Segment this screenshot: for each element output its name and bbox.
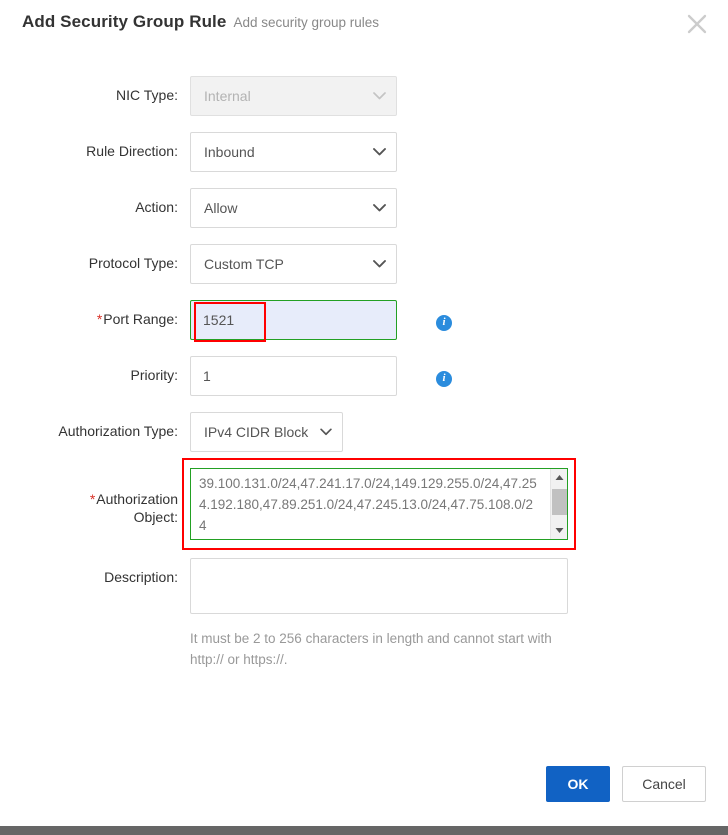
port-range-label: *Port Range: bbox=[0, 300, 190, 328]
action-control: Allow bbox=[190, 188, 397, 228]
protocol-type-label: Protocol Type: bbox=[88, 255, 178, 271]
page-title: Add Security Group Rule bbox=[22, 12, 227, 31]
info-icon[interactable]: i bbox=[436, 314, 452, 331]
description-textarea[interactable] bbox=[190, 558, 568, 614]
authorization-object-label-line2: Object: bbox=[133, 509, 178, 525]
authorization-object-label-line1: Authorization bbox=[96, 491, 178, 507]
nic-type-label: NIC Type: bbox=[116, 87, 178, 103]
dialog-header: Add Security Group Rule Add security gro… bbox=[0, 0, 728, 56]
authorization-object-scrollbar[interactable] bbox=[550, 469, 567, 539]
chevron-down-icon bbox=[320, 428, 332, 436]
chevron-down-icon bbox=[373, 148, 386, 157]
dialog-subtitle: Add security group rules bbox=[233, 15, 380, 30]
field-row-protocol-type: Protocol Type: Custom TCP bbox=[0, 244, 728, 284]
close-icon[interactable] bbox=[682, 9, 712, 39]
description-label: Description: bbox=[104, 569, 178, 585]
port-range-info: i bbox=[436, 312, 452, 331]
field-row-priority: Priority: i bbox=[0, 356, 728, 396]
authorization-object-control: 39.100.131.0/24,47.241.17.0/24,149.129.2… bbox=[182, 458, 576, 550]
field-row-action: Action: Allow bbox=[0, 188, 728, 228]
priority-control: i bbox=[190, 356, 452, 396]
authorization-object-value: 39.100.131.0/24,47.241.17.0/24,149.129.2… bbox=[199, 476, 537, 533]
port-range-label-text: Port Range: bbox=[103, 311, 178, 327]
chevron-down-icon bbox=[373, 92, 386, 101]
authorization-type-value: IPv4 CIDR Block bbox=[204, 424, 309, 440]
authorization-type-label: Authorization Type: bbox=[58, 423, 178, 439]
scroll-down-arrow-icon[interactable] bbox=[551, 522, 568, 539]
field-row-nic-type: NIC Type: Internal bbox=[0, 76, 728, 116]
dialog-footer: OK Cancel bbox=[546, 766, 706, 802]
security-group-rule-form: NIC Type: Internal Rule Direction: Inbou… bbox=[0, 76, 728, 686]
rule-direction-select[interactable]: Inbound bbox=[190, 132, 397, 172]
scrollbar-thumb[interactable] bbox=[552, 489, 567, 515]
bottom-bar bbox=[0, 826, 728, 835]
description-control: It must be 2 to 256 characters in length… bbox=[190, 558, 572, 670]
field-row-authorization-type: Authorization Type: IPv4 CIDR Block bbox=[0, 412, 728, 452]
description-hint: It must be 2 to 256 characters in length… bbox=[190, 631, 552, 667]
port-range-control: i bbox=[190, 300, 452, 342]
priority-info: i bbox=[436, 368, 452, 387]
authorization-type-control: IPv4 CIDR Block bbox=[190, 412, 343, 452]
field-row-description: Description: It must be 2 to 256 charact… bbox=[0, 558, 728, 670]
scroll-up-arrow-icon[interactable] bbox=[551, 469, 568, 486]
field-row-port-range: *Port Range: i bbox=[0, 300, 728, 342]
cancel-button[interactable]: Cancel bbox=[622, 766, 706, 802]
priority-label: Priority: bbox=[130, 367, 178, 383]
protocol-type-value: Custom TCP bbox=[204, 256, 284, 272]
protocol-type-control: Custom TCP bbox=[190, 244, 397, 284]
chevron-down-icon bbox=[373, 260, 386, 269]
action-select[interactable]: Allow bbox=[190, 188, 397, 228]
rule-direction-label: Rule Direction: bbox=[86, 143, 178, 159]
required-asterisk: * bbox=[89, 491, 96, 507]
priority-input[interactable] bbox=[190, 356, 397, 396]
add-security-group-rule-dialog: Add Security Group Rule Add security gro… bbox=[0, 0, 728, 835]
authorization-object-textarea[interactable]: 39.100.131.0/24,47.241.17.0/24,149.129.2… bbox=[190, 468, 568, 540]
ok-button[interactable]: OK bbox=[546, 766, 610, 802]
required-asterisk: * bbox=[96, 311, 103, 327]
action-value: Allow bbox=[204, 200, 238, 216]
nic-type-value: Internal bbox=[204, 88, 251, 104]
nic-type-control: Internal bbox=[190, 76, 397, 116]
authorization-type-select[interactable]: IPv4 CIDR Block bbox=[190, 412, 343, 452]
authorization-object-label: *Authorization Object: bbox=[0, 468, 190, 526]
rule-direction-value: Inbound bbox=[204, 144, 255, 160]
nic-type-select: Internal bbox=[190, 76, 397, 116]
port-range-input[interactable] bbox=[190, 300, 397, 340]
dialog-title-group: Add Security Group Rule Add security gro… bbox=[22, 12, 379, 32]
chevron-down-icon bbox=[373, 204, 386, 213]
action-label: Action: bbox=[135, 199, 178, 215]
protocol-type-select[interactable]: Custom TCP bbox=[190, 244, 397, 284]
rule-direction-control: Inbound bbox=[190, 132, 397, 172]
info-icon[interactable]: i bbox=[436, 370, 452, 387]
field-row-authorization-object: *Authorization Object: 39.100.131.0/24,47… bbox=[0, 458, 728, 550]
field-row-rule-direction: Rule Direction: Inbound bbox=[0, 132, 728, 172]
